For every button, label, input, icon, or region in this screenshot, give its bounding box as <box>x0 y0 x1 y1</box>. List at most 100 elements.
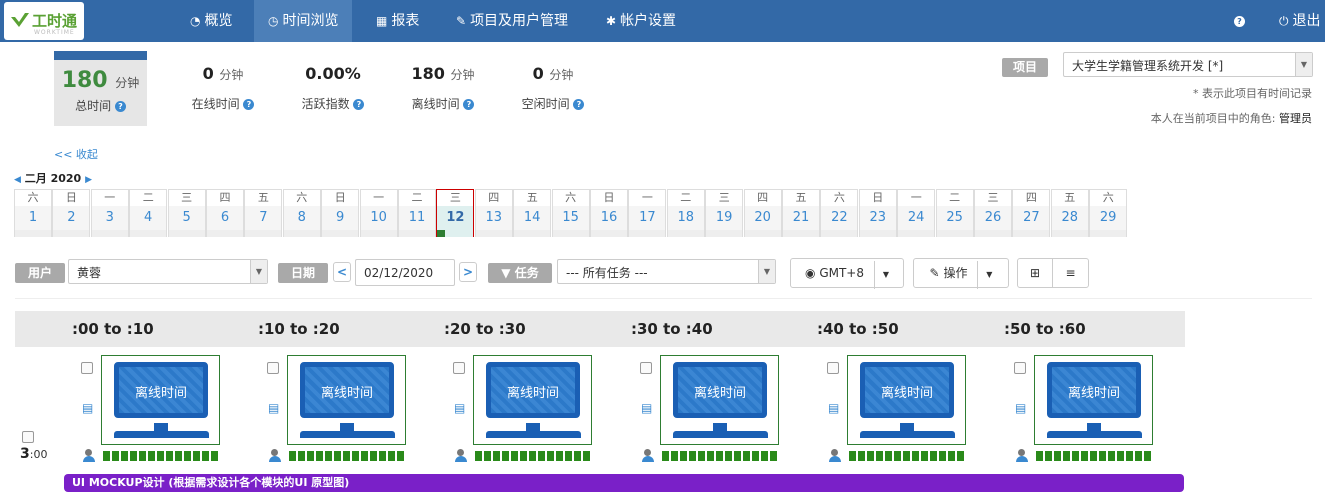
nav-project-user-mgmt[interactable]: ✎ 项目及用户管理 <box>456 0 568 42</box>
grid-view-button[interactable]: ⊞ <box>1017 258 1053 288</box>
note-icon[interactable]: ▤ <box>268 401 279 415</box>
operations-button[interactable]: ✎ 操作 ▼ <box>913 258 1009 289</box>
date-tag: 日期 <box>278 263 328 283</box>
calendar-day[interactable]: 三 12 <box>436 189 475 237</box>
calendar-day[interactable]: 六 22 <box>820 189 859 237</box>
calendar-day[interactable]: 一 17 <box>628 189 667 237</box>
screen-text: 离线时间 <box>880 386 933 401</box>
slot-checkbox[interactable] <box>827 362 839 374</box>
calendar-day[interactable]: 日9 <box>321 189 360 237</box>
list-view-button[interactable]: ≡ <box>1052 258 1089 288</box>
calendar-day[interactable]: 一 10 <box>359 189 398 237</box>
weekday-label: 一 <box>360 190 397 206</box>
screenshot-thumbnail[interactable]: 离线时间 <box>101 355 220 445</box>
note-icon[interactable]: ▤ <box>1015 401 1026 415</box>
weekday-label: 四 <box>207 190 243 206</box>
calendar-day[interactable]: 四 13 <box>474 189 513 237</box>
calendar-day[interactable]: 五7 <box>244 189 283 237</box>
monitor-stand <box>526 423 540 431</box>
date-input[interactable]: 02/12/2020 <box>355 259 455 286</box>
calendar-day[interactable]: 四 27 <box>1012 189 1051 237</box>
slot-checkbox[interactable] <box>640 362 652 374</box>
calendar-day[interactable]: 三 26 <box>974 189 1012 237</box>
prev-month-icon[interactable]: ◀ <box>14 175 21 185</box>
next-month-icon[interactable]: ▶ <box>85 175 92 185</box>
screenshot-thumbnail[interactable]: 离线时间 <box>847 355 966 445</box>
logo-text: 工时通 <box>32 12 78 30</box>
calendar-day[interactable]: 一3 <box>90 189 129 237</box>
help-icon[interactable]: ? <box>573 99 585 110</box>
calendar-day[interactable]: 二 25 <box>935 189 974 237</box>
grid-header: :00 to :10:10 to :20:20 to :30:30 to :40… <box>15 311 1185 347</box>
logout-label: 退出 <box>1292 13 1321 29</box>
calendar-day[interactable]: 三 19 <box>705 189 744 237</box>
calendar-day[interactable]: 日2 <box>52 189 91 237</box>
weekday-label: 五 <box>514 190 551 206</box>
weekday-label: 一 <box>898 190 935 206</box>
calendar-day[interactable]: 日 23 <box>858 189 897 237</box>
weekday-label: 日 <box>322 190 359 206</box>
caret-down-icon[interactable]: ▼ <box>977 261 992 289</box>
screenshot-thumbnail[interactable]: 离线时间 <box>473 355 592 445</box>
calendar-day[interactable]: 五 21 <box>782 189 820 237</box>
screenshot-thumbnail[interactable]: 离线时间 <box>287 355 406 445</box>
total-label: 总时间 <box>75 99 112 113</box>
calendar-day[interactable]: 二4 <box>129 189 168 237</box>
task-bar[interactable]: UI MOCKUP设计 (根据需求设计各个模块的UI 原型图) <box>64 474 1184 492</box>
column-header: :40 to :50 <box>817 320 899 338</box>
calendar-day[interactable]: 六1 <box>14 189 52 237</box>
help-button[interactable]: ? <box>1234 0 1245 42</box>
next-date-button[interactable]: > <box>459 262 477 282</box>
note-icon[interactable]: ▤ <box>641 401 652 415</box>
prev-date-button[interactable]: < <box>333 262 351 282</box>
calendar-day[interactable]: 一 24 <box>897 189 936 237</box>
timezone-button[interactable]: ◉ GMT+8 ▼ <box>790 258 904 289</box>
note-icon[interactable]: ▤ <box>828 401 839 415</box>
screenshot-thumbnail[interactable]: 离线时间 <box>1034 355 1153 445</box>
nav-account-settings[interactable]: ✱ 帐户设置 <box>606 0 676 42</box>
calendar-day[interactable]: 五 28 <box>1050 189 1089 237</box>
collapse-link[interactable]: << 收起 <box>54 146 98 162</box>
calendar-day[interactable]: 六 15 <box>551 189 590 237</box>
calendar-day[interactable]: 六 29 <box>1089 189 1128 237</box>
logo-subtext: WORKTIME <box>34 29 75 36</box>
app-logo[interactable]: 工时通 WORKTIME <box>4 2 84 40</box>
help-icon[interactable]: ? <box>463 99 475 110</box>
user-icon <box>454 449 468 463</box>
calendar-day[interactable]: 五 14 <box>513 189 552 237</box>
user-select[interactable]: 黄蓉 ▼ <box>68 259 268 284</box>
caret-down-icon[interactable]: ▼ <box>873 261 889 289</box>
calendar-day[interactable]: 三5 <box>167 189 206 237</box>
grid-icon: ⊞ <box>1029 266 1041 280</box>
weekday-label: 六 <box>1090 190 1127 206</box>
stat-label: 在线时间 <box>191 97 240 111</box>
note-icon[interactable]: ▤ <box>82 401 93 415</box>
weekday-label: 二 <box>936 190 973 206</box>
user-icon <box>828 449 842 463</box>
slot-checkbox[interactable] <box>1014 362 1026 374</box>
nav-time-browse[interactable]: ◷ 时间浏览 <box>254 0 353 42</box>
calendar-day[interactable]: 四6 <box>206 189 244 237</box>
task-select[interactable]: --- 所有任务 --- ▼ <box>557 259 776 284</box>
calendar-day[interactable]: 六8 <box>282 189 321 237</box>
help-icon[interactable]: ? <box>353 99 365 110</box>
project-select[interactable]: 大学生学籍管理系统开发 [*] ▼ <box>1063 52 1313 77</box>
slot-checkbox[interactable] <box>267 362 279 374</box>
note-icon[interactable]: ▤ <box>454 401 465 415</box>
nav-reports[interactable]: ▦ 报表 <box>376 0 419 42</box>
user-select-value: 黄蓉 <box>77 266 102 280</box>
slot-checkbox[interactable] <box>453 362 465 374</box>
calendar-day[interactable]: 日 16 <box>590 189 628 237</box>
help-icon[interactable]: ? <box>243 99 255 110</box>
help-icon[interactable]: ? <box>114 101 126 112</box>
weekday-label: 一 <box>629 190 666 206</box>
calendar-day[interactable]: 二 11 <box>398 189 436 237</box>
hour-checkbox[interactable] <box>22 431 34 443</box>
screenshot-thumbnail[interactable]: 离线时间 <box>660 355 779 445</box>
nav-overview[interactable]: ◔ 概览 <box>190 0 232 42</box>
slot-checkbox[interactable] <box>81 362 93 374</box>
calendar-day[interactable]: 四 20 <box>743 189 782 237</box>
calendar-day[interactable]: 二 18 <box>666 189 705 237</box>
stat-unit: 分钟 <box>219 68 244 82</box>
logout-button[interactable]: ⏻ 退出 <box>1279 0 1321 42</box>
